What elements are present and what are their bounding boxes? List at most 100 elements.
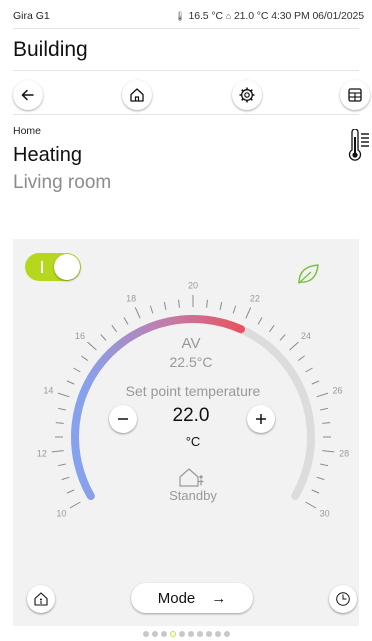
dial-minor-tick xyxy=(123,317,129,325)
dial-minor-tick xyxy=(279,334,286,341)
dial-scale-label: 16 xyxy=(75,331,85,341)
indoor-temp-icon: ⌂ xyxy=(225,11,232,21)
dial-minor-tick xyxy=(269,325,275,333)
dial-minor-tick xyxy=(81,355,89,361)
increase-button[interactable] xyxy=(247,405,275,433)
status-bar: Gira G1 🌡︎ 16.5 °C ⌂ 21.0 °C 4:30 PM 06/… xyxy=(0,0,372,28)
dial-major-tick xyxy=(245,307,252,319)
home-icon xyxy=(130,88,144,102)
dial-minor-tick xyxy=(219,301,223,310)
timer-button[interactable] xyxy=(329,585,357,613)
dial-minor-tick xyxy=(311,380,320,385)
page-dot[interactable] xyxy=(142,631,149,637)
dial-minor-tick xyxy=(320,463,329,467)
mode-status: Standby xyxy=(169,488,217,503)
dial-minor-tick xyxy=(100,334,107,341)
house-person-icon xyxy=(179,468,204,487)
dial-minor-tick xyxy=(66,380,75,385)
dial-major-tick xyxy=(69,501,81,509)
dial-scale-label: 28 xyxy=(339,448,349,458)
room-title: Living room xyxy=(13,172,112,193)
settings-gear-icon xyxy=(239,87,255,103)
page-dot[interactable] xyxy=(196,631,203,637)
temperature-dial[interactable]: 10 12 14 16 18 20 22 24 26 28 30 xyxy=(13,239,359,559)
page-indicator[interactable] xyxy=(0,631,372,639)
dial-minor-tick xyxy=(57,463,66,467)
dial-minor-tick xyxy=(257,317,263,325)
dial-minor-tick xyxy=(111,325,117,333)
setpoint-value: 22.0 xyxy=(172,405,210,426)
decrease-button[interactable] xyxy=(109,405,137,433)
dial-scale-label: 24 xyxy=(301,331,311,341)
dial-major-tick xyxy=(57,392,70,398)
dial-minor-tick xyxy=(149,305,154,314)
dial-minor-tick xyxy=(322,422,331,424)
page-dot[interactable] xyxy=(223,631,230,637)
page-dot[interactable] xyxy=(178,631,185,637)
dial-scale-label: 30 xyxy=(320,509,330,519)
back-arrow-icon xyxy=(21,89,34,101)
dial-major-tick xyxy=(316,392,329,398)
home-person-icon xyxy=(34,592,48,606)
dial-minor-tick xyxy=(57,407,66,411)
divider xyxy=(13,114,359,115)
dial-minor-tick xyxy=(61,476,70,481)
dial-scale-label: 14 xyxy=(43,386,53,396)
outdoor-temp: 16.5 °C xyxy=(188,10,224,22)
nav-bar xyxy=(0,72,372,114)
home-button[interactable] xyxy=(122,80,152,110)
page-dot[interactable] xyxy=(214,631,221,637)
dial-scale-label: 22 xyxy=(250,294,260,304)
dial-minor-tick xyxy=(73,367,81,373)
device-name: Gira G1 xyxy=(13,10,50,22)
dial-minor-tick xyxy=(163,301,167,310)
dial-minor-tick xyxy=(232,305,237,314)
dial-major-tick xyxy=(134,307,141,319)
actual-value: 22.5°C xyxy=(169,354,213,370)
dial-major-tick xyxy=(87,341,97,351)
presence-home-button[interactable] xyxy=(27,585,55,613)
clock-date: 06/01/2025 xyxy=(312,10,364,22)
clock-icon xyxy=(336,592,350,606)
dial-major-tick xyxy=(51,450,64,453)
back-button[interactable] xyxy=(13,80,43,110)
actual-value-label: AV xyxy=(181,335,201,352)
dial-scale-label: 26 xyxy=(333,386,343,396)
dial-major-tick xyxy=(322,450,335,453)
dial-minor-tick xyxy=(305,367,313,373)
page-title: Building xyxy=(13,38,88,61)
outdoor-temp-icon: 🌡︎ xyxy=(174,11,186,21)
function-title: Heating xyxy=(13,144,82,166)
status-readout: 🌡︎ 16.5 °C ⌂ 21.0 °C 4:30 PM 06/01/2025 xyxy=(174,10,364,22)
minus-icon xyxy=(118,418,128,420)
mode-button-label: Mode xyxy=(157,589,196,607)
dial-minor-tick xyxy=(206,299,208,308)
dial-scale-label: 20 xyxy=(188,281,198,291)
thermostat-panel: 10 12 14 16 18 20 22 24 26 28 30 AV 22.5°C Set poi… xyxy=(13,239,359,626)
divider xyxy=(13,70,359,71)
page-dot[interactable] xyxy=(187,631,194,637)
dial-major-tick xyxy=(289,341,299,351)
dial-scale-label: 12 xyxy=(37,448,47,458)
thermometer-icon xyxy=(348,129,369,161)
grid-view-icon xyxy=(348,88,362,102)
dial-scale-label: 18 xyxy=(126,294,136,304)
dial-minor-tick xyxy=(178,299,180,308)
mode-button[interactable]: Mode → xyxy=(131,583,253,613)
page-dot[interactable] xyxy=(160,631,167,637)
breadcrumb[interactable]: Home xyxy=(13,125,41,137)
divider xyxy=(13,28,359,29)
page-dot[interactable] xyxy=(169,631,176,637)
plus-icon xyxy=(256,414,266,424)
dial-minor-tick xyxy=(316,476,325,481)
grid-view-button[interactable] xyxy=(340,80,370,110)
dial-minor-tick xyxy=(320,407,329,411)
page-dot[interactable] xyxy=(151,631,158,637)
settings-button[interactable] xyxy=(232,80,262,110)
dial-minor-tick xyxy=(55,422,64,424)
setpoint-label: Set point temperature xyxy=(125,383,261,399)
indoor-temp: 21.0 °C xyxy=(233,10,269,22)
setpoint-unit: °C xyxy=(185,434,201,449)
page-dot[interactable] xyxy=(205,631,212,637)
dial-minor-tick xyxy=(66,489,75,494)
